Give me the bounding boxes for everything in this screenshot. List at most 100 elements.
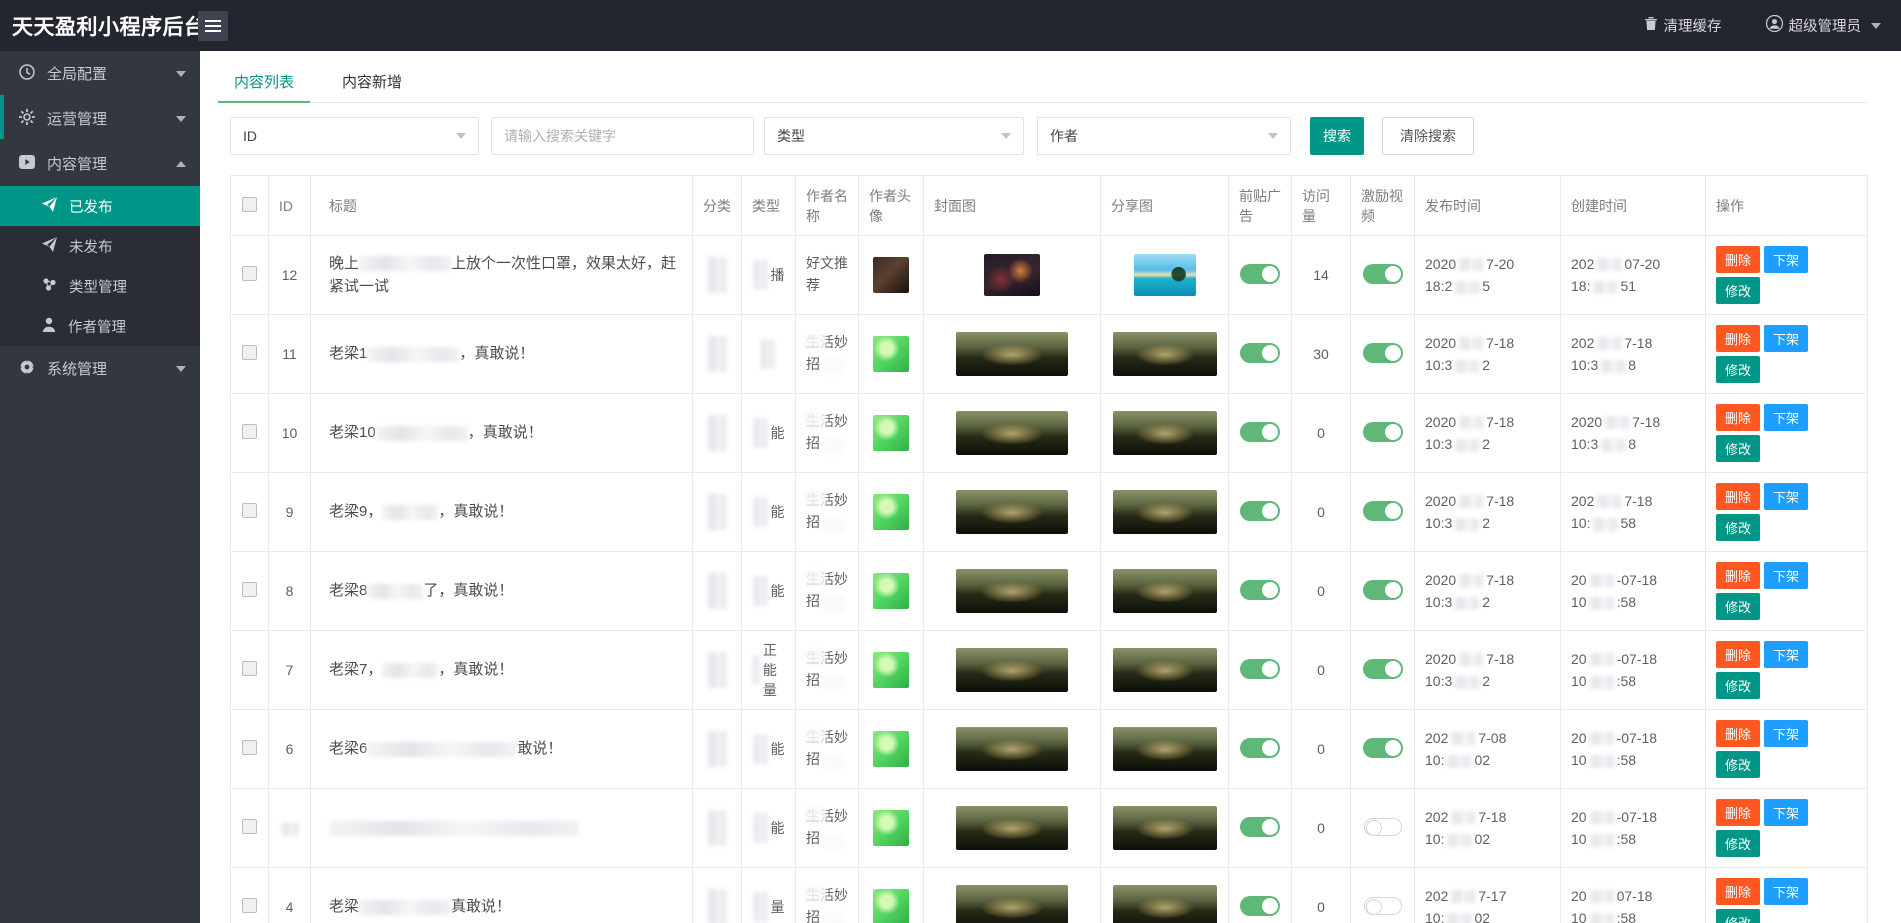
row-checkbox[interactable] bbox=[242, 503, 257, 518]
tab-content-add[interactable]: 内容新增 bbox=[338, 61, 406, 102]
incentive-video-toggle[interactable] bbox=[1363, 580, 1403, 600]
sidebar-item-global-config[interactable]: 全局配置 bbox=[0, 51, 200, 96]
search-button[interactable]: 搜索 bbox=[1310, 117, 1364, 155]
sidebar-item-published[interactable]: 已发布 bbox=[0, 186, 200, 226]
tab-content-list[interactable]: 内容列表 bbox=[230, 61, 298, 102]
pre-ad-toggle[interactable] bbox=[1240, 896, 1280, 916]
share-image[interactable] bbox=[1113, 648, 1217, 692]
delete-button[interactable]: 删除 bbox=[1716, 404, 1760, 431]
type-redaction bbox=[760, 339, 775, 369]
offline-button[interactable]: 下架 bbox=[1764, 483, 1808, 510]
delete-button[interactable]: 删除 bbox=[1716, 641, 1760, 668]
clear-cache-button[interactable]: 清理缓存 bbox=[1644, 15, 1722, 36]
row-checkbox[interactable] bbox=[242, 898, 257, 913]
pre-ad-toggle[interactable] bbox=[1240, 343, 1280, 363]
sidebar-item-author-management[interactable]: 作者管理 bbox=[0, 306, 200, 346]
row-checkbox[interactable] bbox=[242, 582, 257, 597]
incentive-video-toggle[interactable] bbox=[1363, 738, 1403, 758]
offline-button[interactable]: 下架 bbox=[1764, 404, 1808, 431]
author-avatar bbox=[873, 257, 909, 293]
cover-image[interactable] bbox=[956, 411, 1068, 455]
edit-button[interactable]: 修改 bbox=[1716, 356, 1760, 383]
row-id-cell: 6 bbox=[269, 710, 311, 789]
pre-ad-toggle[interactable] bbox=[1240, 738, 1280, 758]
author-filter-select[interactable]: 作者 bbox=[1037, 117, 1291, 155]
offline-button[interactable]: 下架 bbox=[1764, 641, 1808, 668]
pre-ad-toggle[interactable] bbox=[1240, 580, 1280, 600]
admin-user-menu[interactable]: 超级管理员 bbox=[1766, 15, 1882, 36]
cover-image[interactable] bbox=[956, 332, 1068, 376]
sidebar-item-unpublished[interactable]: 未发布 bbox=[0, 226, 200, 266]
row-title: 老梁1，真敢说！ bbox=[311, 315, 693, 394]
delete-button[interactable]: 删除 bbox=[1716, 799, 1760, 826]
hamburger-menu-icon[interactable] bbox=[198, 11, 228, 41]
pre-ad-toggle[interactable] bbox=[1240, 659, 1280, 679]
delete-button[interactable]: 删除 bbox=[1716, 246, 1760, 273]
cover-image[interactable] bbox=[956, 569, 1068, 613]
row-checkbox[interactable] bbox=[242, 266, 257, 281]
sidebar-item-type-management[interactable]: 类型管理 bbox=[0, 266, 200, 306]
sidebar-item-operations[interactable]: 运营管理 bbox=[0, 96, 200, 141]
share-image[interactable] bbox=[1113, 806, 1217, 850]
edit-button[interactable]: 修改 bbox=[1716, 909, 1760, 923]
incentive-video-toggle[interactable] bbox=[1363, 264, 1403, 284]
offline-button[interactable]: 下架 bbox=[1764, 720, 1808, 747]
delete-button[interactable]: 删除 bbox=[1716, 325, 1760, 352]
type-filter-select[interactable]: 类型 bbox=[764, 117, 1024, 155]
cover-image[interactable] bbox=[956, 885, 1068, 923]
cover-image[interactable] bbox=[956, 727, 1068, 771]
cover-image[interactable] bbox=[956, 648, 1068, 692]
edit-button[interactable]: 修改 bbox=[1716, 277, 1760, 304]
offline-button[interactable]: 下架 bbox=[1764, 325, 1808, 352]
row-checkbox[interactable] bbox=[242, 345, 257, 360]
cover-image[interactable] bbox=[956, 490, 1068, 534]
incentive-video-toggle[interactable] bbox=[1364, 897, 1402, 915]
pre-ad-toggle[interactable] bbox=[1240, 422, 1280, 442]
edit-button[interactable]: 修改 bbox=[1716, 435, 1760, 462]
search-keyword-input[interactable] bbox=[491, 117, 754, 155]
edit-button[interactable]: 修改 bbox=[1716, 593, 1760, 620]
id-filter-select[interactable]: ID bbox=[230, 117, 479, 155]
sidebar-item-content-management[interactable]: 内容管理 bbox=[0, 141, 200, 186]
edit-button[interactable]: 修改 bbox=[1716, 514, 1760, 541]
pre-ad-toggle[interactable] bbox=[1240, 501, 1280, 521]
share-image[interactable] bbox=[1113, 332, 1217, 376]
edit-button[interactable]: 修改 bbox=[1716, 830, 1760, 857]
select-all-checkbox[interactable] bbox=[242, 197, 257, 212]
pre-ad-toggle[interactable] bbox=[1240, 264, 1280, 284]
share-image[interactable] bbox=[1113, 727, 1217, 771]
cover-image[interactable] bbox=[984, 254, 1040, 296]
delete-button[interactable]: 删除 bbox=[1716, 562, 1760, 589]
sidebar-item-system-management[interactable]: 系统管理 bbox=[0, 346, 200, 391]
clear-search-button[interactable]: 清除搜索 bbox=[1382, 117, 1474, 155]
share-image[interactable] bbox=[1134, 254, 1196, 296]
row-checkbox[interactable] bbox=[242, 740, 257, 755]
delete-button[interactable]: 删除 bbox=[1716, 878, 1760, 905]
offline-button[interactable]: 下架 bbox=[1764, 562, 1808, 589]
row-checkbox[interactable] bbox=[242, 424, 257, 439]
category-redaction bbox=[707, 336, 727, 372]
edit-button[interactable]: 修改 bbox=[1716, 751, 1760, 778]
incentive-video-toggle[interactable] bbox=[1363, 422, 1403, 442]
incentive-video-toggle[interactable] bbox=[1364, 818, 1402, 836]
offline-button[interactable]: 下架 bbox=[1764, 246, 1808, 273]
share-image[interactable] bbox=[1113, 490, 1217, 534]
column-header-publish-time: 发布时间 bbox=[1415, 176, 1561, 236]
row-checkbox[interactable] bbox=[242, 819, 257, 834]
incentive-video-toggle[interactable] bbox=[1363, 343, 1403, 363]
pre-ad-toggle[interactable] bbox=[1240, 817, 1280, 837]
share-image[interactable] bbox=[1113, 885, 1217, 923]
row-publish-time: 2027-17 10:02 bbox=[1415, 868, 1561, 923]
delete-button[interactable]: 删除 bbox=[1716, 483, 1760, 510]
offline-button[interactable]: 下架 bbox=[1764, 878, 1808, 905]
edit-button[interactable]: 修改 bbox=[1716, 672, 1760, 699]
offline-button[interactable]: 下架 bbox=[1764, 799, 1808, 826]
incentive-video-toggle[interactable] bbox=[1363, 501, 1403, 521]
incentive-video-toggle[interactable] bbox=[1363, 659, 1403, 679]
share-image[interactable] bbox=[1113, 569, 1217, 613]
cover-image[interactable] bbox=[956, 806, 1068, 850]
column-header-pre-ad: 前贴广告 bbox=[1229, 176, 1292, 236]
share-image[interactable] bbox=[1113, 411, 1217, 455]
delete-button[interactable]: 删除 bbox=[1716, 720, 1760, 747]
row-checkbox[interactable] bbox=[242, 661, 257, 676]
